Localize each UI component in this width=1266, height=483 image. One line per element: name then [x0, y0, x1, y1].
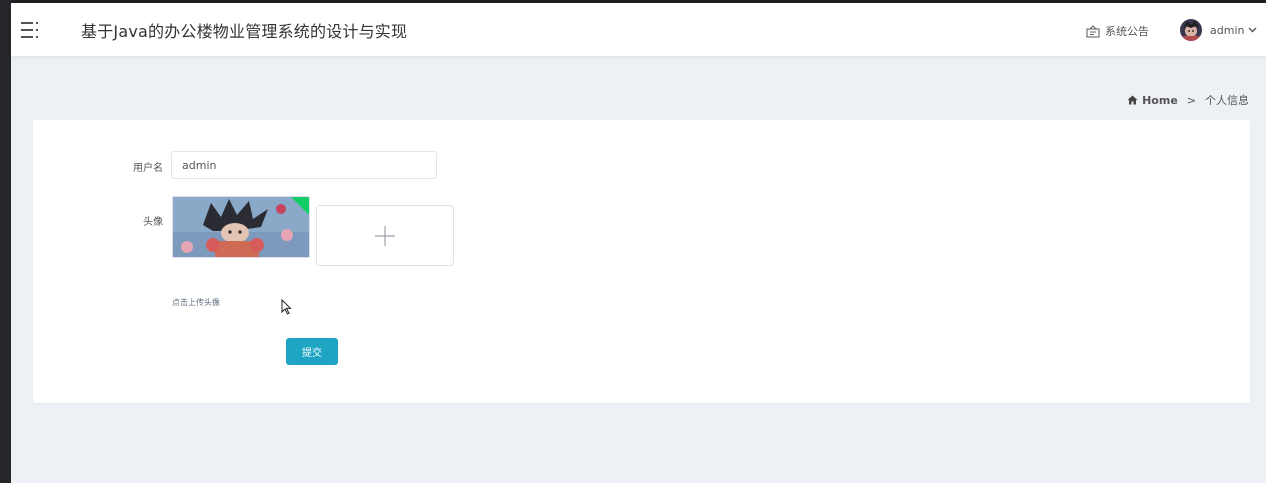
- breadcrumb-separator: >: [1186, 93, 1196, 107]
- home-icon: [1127, 95, 1138, 105]
- notice-board-icon: [1086, 24, 1100, 38]
- notice-label: 系统公告: [1105, 25, 1149, 38]
- username-input[interactable]: [171, 151, 437, 179]
- notice-link[interactable]: 系统公告: [1086, 22, 1149, 40]
- profile-form-card: 用户名 头像: [33, 120, 1250, 403]
- submit-button[interactable]: 提交: [286, 338, 338, 365]
- breadcrumb: Home > 个人信息: [1127, 92, 1249, 108]
- uploaded-avatar-image[interactable]: [172, 196, 310, 258]
- hamburger-menu-icon[interactable]: [21, 20, 43, 40]
- avatar: [1180, 19, 1202, 41]
- breadcrumb-current: 个人信息: [1205, 94, 1249, 107]
- avatar-upload-box[interactable]: [316, 205, 454, 266]
- upload-tip: 点击上传头像: [172, 298, 220, 307]
- app-window: 基于Java的办公楼物业管理系统的设计与实现 系统公告 admin Home >…: [11, 3, 1266, 483]
- user-menu[interactable]: admin: [1180, 17, 1257, 43]
- chevron-down-icon: [1248, 27, 1257, 33]
- screen-edge: [0, 0, 11, 483]
- mouse-cursor-icon: [281, 299, 292, 315]
- app-title: 基于Java的办公楼物业管理系统的设计与实现: [81, 22, 408, 41]
- check-icon: [291, 197, 309, 215]
- user-name: admin: [1210, 23, 1245, 37]
- username-label: 用户名: [133, 163, 163, 174]
- avatar-label: 头像: [143, 217, 163, 228]
- breadcrumb-home[interactable]: Home: [1142, 94, 1178, 107]
- top-navbar: 基于Java的办公楼物业管理系统的设计与实现 系统公告 admin: [11, 3, 1266, 56]
- plus-icon: [375, 225, 395, 246]
